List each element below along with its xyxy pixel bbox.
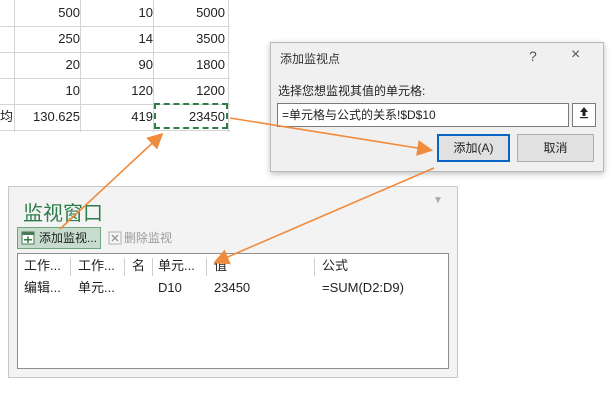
column-header-value[interactable]: 值 [214, 258, 227, 274]
watch-list[interactable]: 工作... 工作... 名 单元... 值 公式 编辑... 单元... D10… [17, 253, 449, 369]
column-header-cell[interactable]: 单元... [158, 258, 195, 274]
sheet-cell[interactable]: 419 [80, 104, 153, 130]
column-header-formula[interactable]: 公式 [322, 258, 348, 274]
sheet-cell[interactable]: 20 [14, 52, 80, 78]
column-divider [228, 0, 229, 132]
cell-reference-input[interactable]: =单元格与公式的关系!$D$10 [277, 103, 569, 127]
watch-cell-value[interactable]: 23450 [214, 280, 250, 296]
add-watch-dialog: 添加监视点 ? × 选择您想监视其值的单元格: =单元格与公式的关系!$D$10… [270, 42, 604, 172]
sheet-cell[interactable]: 均 [0, 104, 14, 130]
sheet-cell[interactable] [0, 26, 14, 52]
spreadsheet-fragment: 500 10 5000 250 14 3500 20 90 1800 10 12… [0, 0, 230, 137]
sheet-cell[interactable]: 10 [14, 78, 80, 104]
sheet-cell[interactable]: 1200 [153, 78, 225, 104]
column-divider [152, 258, 153, 276]
cancel-button[interactable]: 取消 [517, 134, 594, 162]
dialog-title: 添加监视点 [280, 52, 341, 66]
column-divider [14, 0, 15, 132]
sheet-cell[interactable]: 250 [14, 26, 80, 52]
column-header-workbook[interactable]: 工作... [24, 258, 61, 274]
sheet-cell[interactable]: 1800 [153, 52, 225, 78]
sheet-cell[interactable]: 3500 [153, 26, 225, 52]
watch-cell-workbook[interactable]: 编辑... [24, 280, 61, 296]
column-divider [80, 0, 81, 132]
column-divider [124, 258, 125, 276]
sheet-row: 20 90 1800 [0, 52, 230, 79]
watch-window: 监视窗口 ▼ 添加监视... 删除监视 工作... 工作... 名 单元... … [8, 186, 458, 378]
collapse-dialog-icon[interactable] [572, 103, 596, 127]
sheet-row: 10 120 1200 [0, 78, 230, 105]
column-header-name[interactable]: 名 [132, 258, 145, 274]
watch-window-title: 监视窗口 [23, 203, 103, 225]
add-watch-icon [21, 231, 35, 245]
add-button[interactable]: 添加(A) [437, 134, 510, 162]
sheet-cell[interactable]: 90 [80, 52, 153, 78]
panel-options-icon[interactable]: ▼ [433, 195, 443, 206]
sheet-row: 250 14 3500 [0, 26, 230, 53]
sheet-cell[interactable]: 14 [80, 26, 153, 52]
watch-cell-sheet[interactable]: 单元... [78, 280, 115, 296]
sheet-cell[interactable]: 500 [14, 0, 80, 26]
column-divider [70, 258, 71, 276]
add-watch-button[interactable]: 添加监视... [17, 227, 101, 249]
watch-cell-formula[interactable]: =SUM(D2:D9) [322, 280, 404, 296]
sheet-cell[interactable]: 130.625 [14, 104, 80, 130]
column-divider [206, 258, 207, 276]
close-icon[interactable]: × [571, 46, 580, 64]
sheet-cell[interactable] [0, 78, 14, 104]
sheet-row: 500 10 5000 [0, 0, 230, 27]
help-icon[interactable]: ? [529, 48, 537, 64]
column-header-sheet[interactable]: 工作... [78, 258, 115, 274]
delete-watch-button[interactable]: 删除监视 [105, 227, 183, 249]
sheet-cell[interactable] [0, 52, 14, 78]
dialog-prompt: 选择您想监视其值的单元格: [278, 84, 426, 98]
sheet-cell[interactable]: 120 [80, 78, 153, 104]
sheet-cell[interactable]: 10 [80, 0, 153, 26]
delete-watch-label: 删除监视 [124, 231, 173, 245]
sheet-cell[interactable]: 5000 [153, 0, 225, 26]
watch-cell-address[interactable]: D10 [158, 280, 182, 296]
column-divider [314, 258, 315, 276]
sheet-cell[interactable] [0, 0, 14, 26]
add-watch-label: 添加监视... [39, 231, 98, 245]
selected-cell-marquee [154, 103, 228, 129]
delete-watch-icon [108, 231, 122, 245]
